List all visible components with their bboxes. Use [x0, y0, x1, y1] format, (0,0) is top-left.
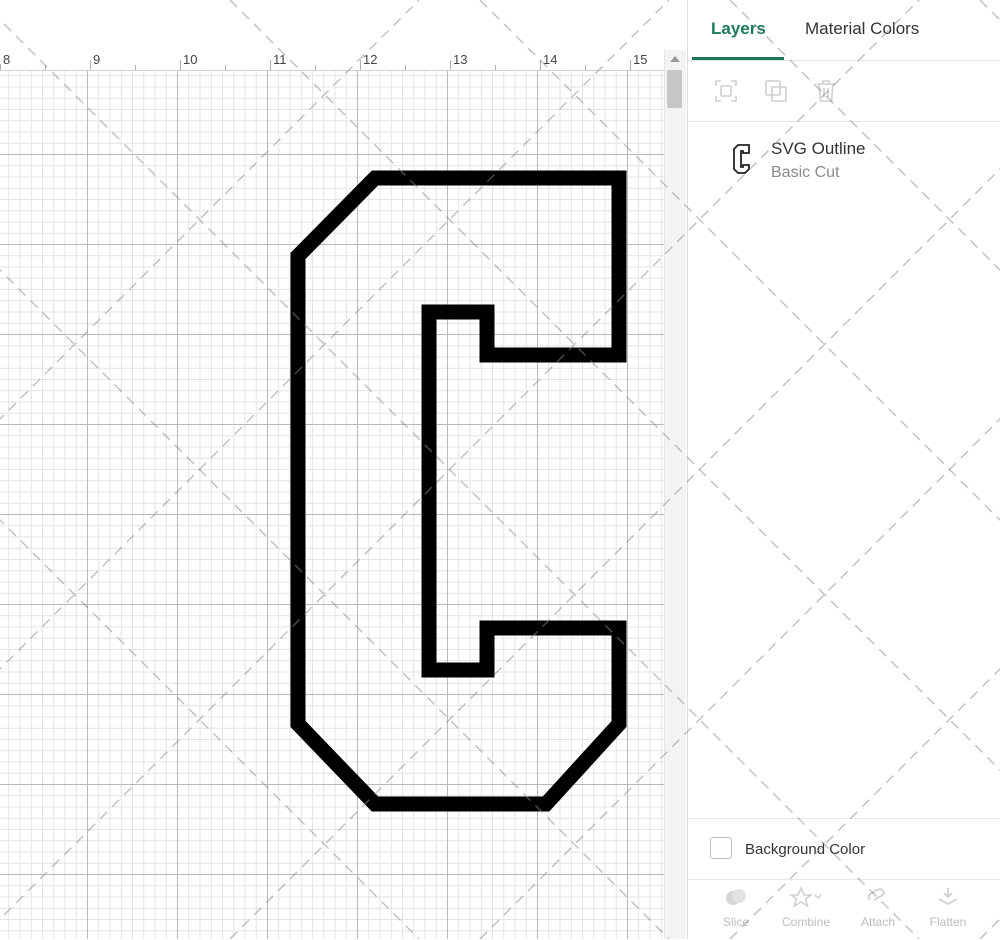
layer-item-svg-outline[interactable]: SVG Outline Basic Cut: [688, 125, 1000, 191]
panel-tabs: Layers Material Colors: [688, 0, 1000, 61]
layers-panel: Layers Material Colors SVG Outline Basic…: [687, 0, 1000, 939]
flatten-button[interactable]: Flatten: [918, 886, 978, 929]
combine-label: Combine: [781, 915, 831, 929]
attach-icon: [867, 888, 885, 901]
attach-button[interactable]: Attach: [848, 886, 908, 929]
scrollbar-thumb[interactable]: [667, 70, 682, 108]
background-color-checkbox[interactable]: [710, 837, 732, 859]
duplicate-icon[interactable]: [762, 77, 790, 105]
layer-name: SVG Outline: [771, 139, 866, 158]
tab-layers[interactable]: Layers: [711, 19, 766, 39]
design-canvas[interactable]: 8 9 10 11 12 13 14 15: [0, 0, 686, 939]
group-icon[interactable]: [712, 77, 740, 105]
combine-icon: [788, 885, 822, 908]
layer-operation: Basic Cut: [771, 164, 840, 181]
combine-button[interactable]: Combine: [776, 885, 836, 929]
slice-label: Slice: [722, 915, 749, 929]
background-color-label: Background Color: [745, 841, 866, 858]
bottom-toolbar: Slice Combine Attach Flatten: [688, 879, 1000, 940]
slice-icon: [726, 889, 746, 905]
scroll-up-arrow-icon[interactable]: [670, 56, 680, 62]
flatten-label: Flatten: [929, 915, 967, 929]
background-color-row: Background Color: [688, 818, 1000, 879]
attach-label: Attach: [860, 915, 896, 929]
delete-icon[interactable]: [812, 77, 840, 105]
flatten-icon: [938, 888, 958, 906]
vertical-scrollbar[interactable]: [664, 50, 686, 939]
letter-c-thumbnail-icon: [733, 144, 751, 179]
tab-material-colors[interactable]: Material Colors: [805, 19, 919, 39]
layer-toolbar: [688, 61, 1000, 122]
letter-c-outline-shape[interactable]: [0, 0, 686, 939]
slice-button[interactable]: Slice: [706, 886, 766, 929]
active-tab-indicator: [692, 57, 784, 60]
